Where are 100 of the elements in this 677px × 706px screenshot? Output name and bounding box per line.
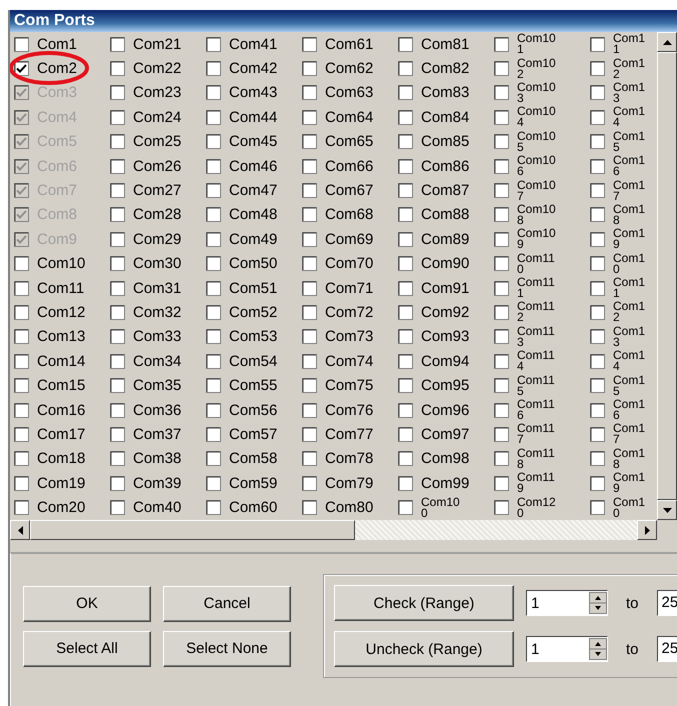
checkbox[interactable]	[14, 61, 29, 76]
checkbox[interactable]	[110, 183, 125, 198]
checkbox[interactable]	[110, 354, 125, 369]
checkbox[interactable]	[206, 280, 221, 296]
checkbox[interactable]	[206, 110, 221, 125]
right-arrow-icon[interactable]	[644, 526, 650, 534]
checkbox[interactable]	[206, 36, 221, 52]
checkbox[interactable]	[110, 85, 125, 100]
checkbox[interactable]	[398, 378, 413, 394]
checkbox[interactable]	[398, 183, 413, 198]
checkbox[interactable]	[302, 476, 317, 491]
checkbox[interactable]	[590, 36, 605, 52]
checkbox[interactable]	[110, 280, 125, 296]
left-arrow-icon[interactable]	[18, 526, 22, 534]
checkbox[interactable]	[494, 426, 509, 442]
checkbox[interactable]	[206, 329, 221, 344]
checkbox[interactable]	[302, 500, 317, 516]
checkbox[interactable]	[398, 256, 413, 272]
checkbox[interactable]	[590, 110, 605, 125]
checkbox[interactable]	[206, 426, 221, 442]
checkbox[interactable]	[494, 85, 509, 100]
checkbox[interactable]	[590, 378, 605, 394]
checkbox[interactable]	[110, 36, 125, 52]
checkbox[interactable]	[206, 134, 221, 150]
checkbox[interactable]	[302, 256, 317, 272]
checkbox[interactable]	[206, 354, 221, 369]
checkbox[interactable]	[494, 183, 509, 198]
checkbox[interactable]	[206, 500, 221, 516]
checkbox[interactable]	[590, 329, 605, 344]
checkbox[interactable]	[398, 158, 413, 174]
checkbox[interactable]	[590, 85, 605, 100]
checkbox[interactable]	[494, 378, 509, 394]
checkbox[interactable]	[494, 500, 509, 516]
checkbox[interactable]	[590, 232, 605, 247]
checkbox[interactable]	[110, 110, 125, 125]
checkbox[interactable]	[302, 280, 317, 296]
spin-field[interactable]: 1	[526, 590, 608, 616]
checkbox[interactable]	[494, 110, 509, 125]
checkbox[interactable]	[302, 378, 317, 394]
checkbox[interactable]	[590, 500, 605, 516]
checkbox[interactable]	[494, 232, 509, 247]
checkbox[interactable]	[302, 183, 317, 198]
checkbox[interactable]	[494, 158, 509, 174]
checkbox[interactable]	[206, 183, 221, 198]
checkbox[interactable]	[14, 304, 29, 320]
dialog-button[interactable]: Select All	[23, 630, 151, 666]
checkbox[interactable]	[110, 304, 125, 320]
dialog-button[interactable]: OK	[23, 586, 151, 622]
checkbox[interactable]	[494, 451, 509, 466]
checkbox[interactable]	[494, 402, 509, 418]
checkbox[interactable]	[398, 134, 413, 150]
checkbox[interactable]	[302, 329, 317, 344]
checkbox[interactable]	[302, 134, 317, 150]
checkbox[interactable]	[494, 476, 509, 491]
checkbox[interactable]	[110, 61, 125, 76]
checkbox[interactable]	[590, 134, 605, 150]
checkbox[interactable]	[110, 476, 125, 491]
checkbox[interactable]	[590, 304, 605, 320]
checkbox[interactable]	[494, 304, 509, 320]
checkbox[interactable]	[398, 426, 413, 442]
checkbox[interactable]	[14, 402, 29, 418]
checkbox[interactable]	[14, 329, 29, 344]
checkbox[interactable]	[590, 207, 605, 222]
checkbox[interactable]	[398, 232, 413, 247]
dialog-button[interactable]: Select None	[163, 630, 291, 666]
checkbox[interactable]	[110, 329, 125, 344]
checkbox[interactable]	[302, 61, 317, 76]
checkbox[interactable]	[494, 207, 509, 222]
checkbox[interactable]	[302, 451, 317, 466]
checkbox[interactable]	[494, 61, 509, 76]
checkbox[interactable]	[206, 304, 221, 320]
checkbox[interactable]	[14, 500, 29, 516]
checkbox[interactable]	[590, 426, 605, 442]
checkbox[interactable]	[398, 476, 413, 491]
vertical-scrollbar[interactable]	[657, 32, 677, 520]
checkbox[interactable]	[14, 451, 29, 466]
checkbox[interactable]	[398, 36, 413, 52]
checkbox[interactable]	[494, 280, 509, 296]
checkbox[interactable]	[110, 158, 125, 174]
checkbox[interactable]	[302, 36, 317, 52]
range-button[interactable]: Check (Range)	[334, 585, 514, 621]
checkbox[interactable]	[398, 354, 413, 369]
checkbox[interactable]	[590, 402, 605, 418]
checkbox[interactable]	[110, 500, 125, 516]
checkbox[interactable]	[398, 329, 413, 344]
checkbox[interactable]	[590, 354, 605, 369]
checkbox[interactable]	[398, 304, 413, 320]
checkbox[interactable]	[14, 36, 29, 52]
checkbox[interactable]	[110, 207, 125, 222]
checkbox[interactable]	[590, 158, 605, 174]
checkbox[interactable]	[494, 134, 509, 150]
checkbox[interactable]	[14, 256, 29, 272]
checkbox[interactable]	[14, 378, 29, 394]
checkbox[interactable]	[206, 232, 221, 247]
checkbox[interactable]	[302, 426, 317, 442]
checkbox[interactable]	[398, 61, 413, 76]
checkbox[interactable]	[110, 451, 125, 466]
checkbox[interactable]	[494, 354, 509, 369]
checkbox[interactable]	[494, 256, 509, 272]
checkbox[interactable]	[590, 280, 605, 296]
